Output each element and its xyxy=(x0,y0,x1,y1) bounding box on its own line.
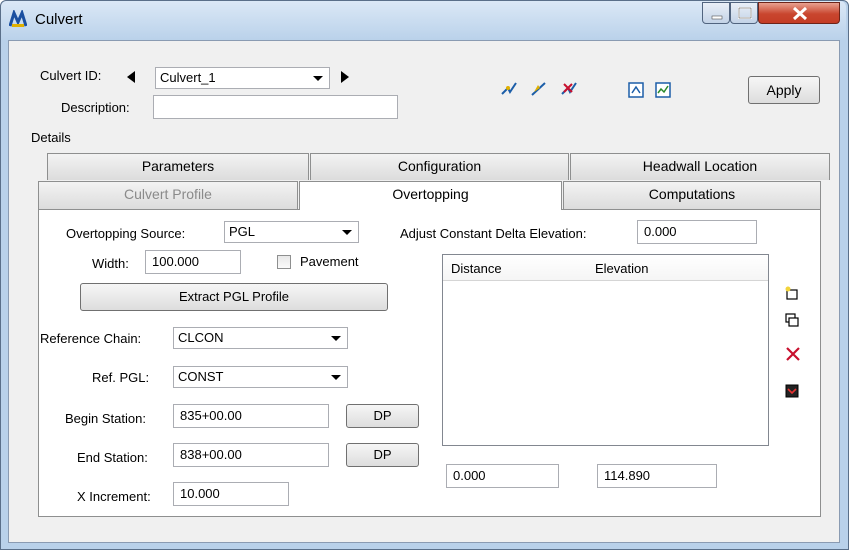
reference-chain-combo[interactable]: CLCON xyxy=(173,327,348,349)
overtopping-source-label: Overtopping Source: xyxy=(66,226,186,241)
overtopping-source-combo[interactable]: PGL xyxy=(224,221,359,243)
tab-parameters[interactable]: Parameters xyxy=(47,153,309,180)
begin-station-field[interactable]: 835+00.00 xyxy=(173,404,329,428)
extract-pgl-profile-button[interactable]: Extract PGL Profile xyxy=(80,283,388,311)
minimize-button[interactable] xyxy=(702,2,730,24)
ref-pgl-label: Ref. PGL: xyxy=(92,370,150,385)
description-field[interactable] xyxy=(153,95,398,119)
end-station-field[interactable]: 838+00.00 xyxy=(173,443,329,467)
pavement-label: Pavement xyxy=(300,254,359,269)
profile-table[interactable]: Distance Elevation xyxy=(442,254,769,446)
chevron-down-icon xyxy=(331,336,341,341)
window-title: Culvert xyxy=(35,11,83,28)
x-increment-label: X Increment: xyxy=(77,489,151,504)
tab-configuration[interactable]: Configuration xyxy=(310,153,569,180)
details-group-label: Details xyxy=(31,130,71,145)
culvert-id-combo[interactable]: Culvert_1 xyxy=(155,67,330,89)
table-header: Distance Elevation xyxy=(443,255,768,281)
tab-overtopping[interactable]: Overtopping xyxy=(299,181,562,210)
add-row-icon[interactable] xyxy=(785,286,799,303)
app-icon xyxy=(8,8,28,28)
adjust-delta-elevation-label: Adjust Constant Delta Elevation: xyxy=(400,226,587,241)
culvert-id-value: Culvert_1 xyxy=(160,70,216,85)
ref-pgl-value: CONST xyxy=(178,369,224,384)
width-field[interactable]: 100.000 xyxy=(145,250,241,274)
close-button[interactable] xyxy=(758,2,840,24)
prev-culvert-button[interactable] xyxy=(126,71,136,86)
chevron-down-icon xyxy=(342,230,352,235)
delete-row-icon[interactable] xyxy=(785,346,801,365)
copy-row-icon[interactable] xyxy=(785,313,799,330)
begin-station-dp-button[interactable]: DP xyxy=(346,404,419,428)
next-culvert-button[interactable] xyxy=(340,71,350,86)
chart-icon[interactable] xyxy=(785,384,799,401)
culvert-id-label: Culvert ID: xyxy=(40,68,102,83)
maximize-button[interactable] xyxy=(730,2,758,24)
chevron-down-icon xyxy=(313,76,323,81)
reference-chain-label: Reference Chain: xyxy=(40,331,142,346)
distance-input-field[interactable]: 0.000 xyxy=(446,464,559,488)
elevation-input-field[interactable]: 114.890 xyxy=(597,464,717,488)
end-station-dp-button[interactable]: DP xyxy=(346,443,419,467)
begin-station-label: Begin Station: xyxy=(65,411,146,426)
elevation-column-header[interactable]: Elevation xyxy=(595,261,648,276)
width-label: Width: xyxy=(92,256,129,271)
edit-icon[interactable] xyxy=(530,80,548,101)
delete-icon[interactable] xyxy=(560,80,578,101)
adjust-delta-elevation-field[interactable]: 0.000 xyxy=(637,220,757,244)
chevron-down-icon xyxy=(331,375,341,380)
tab-headwall-location[interactable]: Headwall Location xyxy=(570,153,830,180)
export-icon[interactable] xyxy=(655,82,671,101)
ref-pgl-combo[interactable]: CONST xyxy=(173,366,348,388)
tab-computations[interactable]: Computations xyxy=(563,181,821,209)
x-increment-field[interactable]: 10.000 xyxy=(173,482,289,506)
description-label: Description: xyxy=(61,100,130,115)
locate-icon[interactable] xyxy=(500,80,518,101)
view-icon[interactable] xyxy=(628,82,644,101)
overtopping-source-value: PGL xyxy=(229,224,256,239)
reference-chain-value: CLCON xyxy=(178,330,224,345)
distance-column-header[interactable]: Distance xyxy=(451,261,502,276)
end-station-label: End Station: xyxy=(77,450,148,465)
tab-culvert-profile: Culvert Profile xyxy=(38,181,298,209)
apply-button[interactable]: Apply xyxy=(748,76,820,104)
pavement-checkbox[interactable] xyxy=(277,255,291,269)
